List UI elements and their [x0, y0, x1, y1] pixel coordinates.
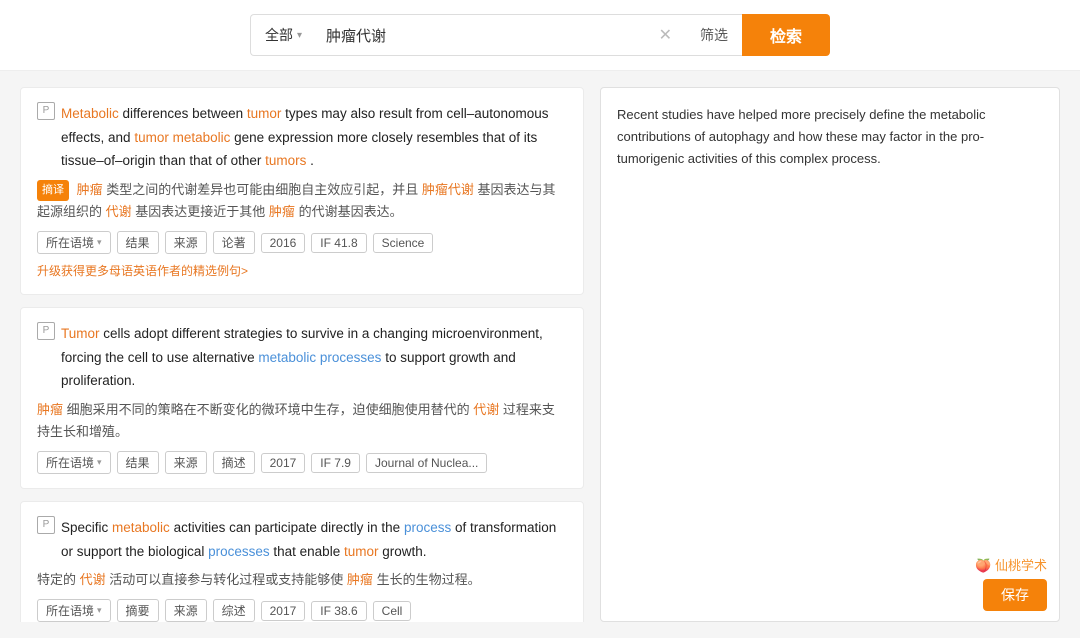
en-highlight-tumor-4: tumor	[344, 544, 379, 559]
en-highlight-tumors: tumors	[265, 153, 306, 168]
tag-row-1: 所在语境 ▾ 结果 来源 论著 2016 IF 41.8 Science	[37, 231, 567, 254]
result-en-1: Metabolic differences between tumor type…	[61, 102, 567, 173]
en-text-9: activities can participate directly in t…	[174, 520, 404, 535]
tag-row-2: 所在语境 ▾ 结果 来源 摘述 2017 IF 7.9 Journal of N…	[37, 451, 567, 474]
zh-highlight-tumor-1: 肿瘤	[77, 182, 103, 197]
en-highlight-metabolic: Metabolic	[61, 106, 119, 121]
left-panel: P Metabolic differences between tumor ty…	[20, 87, 584, 622]
clear-icon[interactable]: ✕	[655, 25, 676, 45]
tag-row-3: 所在语境 ▾ 摘要 来源 综述 2017 IF 38.6 Cell	[37, 599, 567, 622]
zh-text-1: 类型之间的代谢差异也可能由细胞自主效应引起，并且	[106, 182, 418, 197]
tag-summary-3[interactable]: 摘要	[117, 599, 159, 622]
search-container: 全部 ▾ ✕ 筛选 检索	[250, 14, 830, 56]
item-icon-2: P	[37, 322, 55, 340]
tag-journal-3[interactable]: Cell	[373, 601, 412, 621]
tag-year-1[interactable]: 2016	[261, 233, 306, 253]
save-button[interactable]: 保存	[983, 579, 1047, 611]
search-type-label: 全部	[265, 25, 293, 45]
tag-result-1[interactable]: 结果	[117, 231, 159, 254]
tag-type-3[interactable]: 综述	[213, 599, 255, 622]
zh-highlight-meta-3: 代谢	[473, 402, 499, 417]
result-header-2: P Tumor cells adopt different strategies…	[37, 322, 567, 399]
en-text-12: growth.	[382, 544, 426, 559]
result-header-1: P Metabolic differences between tumor ty…	[37, 102, 567, 179]
en-highlight-tumor-1: tumor	[247, 106, 282, 121]
zh-badge-1: 摘译	[37, 180, 69, 201]
tag-if-2[interactable]: IF 7.9	[311, 453, 360, 473]
zh-highlight-tumor-2: 肿瘤	[269, 204, 295, 219]
tag-context-3[interactable]: 所在语境 ▾	[37, 599, 111, 622]
right-panel-text: Recent studies have helped more precisel…	[617, 104, 1043, 170]
tag-type-1[interactable]: 论著	[213, 231, 255, 254]
tag-context-1[interactable]: 所在语境 ▾	[37, 231, 111, 254]
result-zh-2: 肿瘤 细胞采用不同的策略在不断变化的微环境中生存，迫使细胞使用替代的 代谢 过程…	[37, 399, 567, 443]
search-input[interactable]	[326, 27, 655, 44]
search-button[interactable]: 检索	[742, 14, 830, 56]
result-en-2: Tumor cells adopt different strategies t…	[61, 322, 567, 393]
upgrade-link-1[interactable]: 升级获得更多母语英语作者的精选例句>	[37, 262, 248, 279]
result-item-2: P Tumor cells adopt different strategies…	[20, 307, 584, 489]
en-text-5: .	[310, 153, 314, 168]
result-zh-1: 摘译 肿瘤 类型之间的代谢差异也可能由细胞自主效应引起，并且 肿瘤代谢 基因表达…	[37, 179, 567, 223]
logo-watermark: 🍑 仙桃学术	[975, 555, 1047, 577]
result-zh-3: 特定的 代谢 活动可以直接参与转化过程或支持能够使 肿瘤 生长的生物过程。	[37, 569, 567, 591]
tag-year-3[interactable]: 2017	[261, 601, 306, 621]
result-item-1: P Metabolic differences between tumor ty…	[20, 87, 584, 295]
result-item-3: P Specific metabolic activities can part…	[20, 501, 584, 622]
zh-highlight-tumor-4: 肿瘤	[347, 572, 373, 587]
en-text-8: Specific	[61, 520, 112, 535]
result-en-3: Specific metabolic activities can partic…	[61, 516, 567, 563]
tag-source-2[interactable]: 来源	[165, 451, 207, 474]
zh-highlight-meta-2: 代谢	[106, 204, 132, 219]
chevron-down-icon: ▾	[297, 30, 302, 41]
en-text-11: that enable	[273, 544, 344, 559]
en-highlight-tumor-3: Tumor	[61, 326, 100, 341]
tag-if-3[interactable]: IF 38.6	[311, 601, 366, 621]
logo-text: 仙桃学术	[995, 558, 1047, 573]
zh-text-9: 生长的生物过程。	[377, 572, 481, 587]
logo-icon: 🍑	[975, 558, 991, 573]
zh-text-7: 特定的	[37, 572, 76, 587]
en-highlight-metabolic-3: metabolic	[112, 520, 170, 535]
en-highlight-process: process	[404, 520, 451, 535]
tag-context-2[interactable]: 所在语境 ▾	[37, 451, 111, 474]
en-highlight-metabolic-2: metabolic	[173, 130, 231, 145]
tag-source-1[interactable]: 来源	[165, 231, 207, 254]
tag-source-3[interactable]: 来源	[165, 599, 207, 622]
en-highlight-tumor-2: tumor	[134, 130, 169, 145]
tag-if-1[interactable]: IF 41.8	[311, 233, 366, 253]
item-icon-3: P	[37, 516, 55, 534]
tag-type-2[interactable]: 摘述	[213, 451, 255, 474]
search-input-wrapper: ✕	[316, 14, 686, 56]
right-panel: Recent studies have helped more precisel…	[600, 87, 1060, 622]
zh-text-5: 细胞采用不同的策略在不断变化的微环境中生存，迫使细胞使用替代的	[67, 402, 470, 417]
zh-highlight-metabolism: 肿瘤代谢	[422, 182, 474, 197]
en-text-1: differences between	[123, 106, 247, 121]
en-highlight-metabolic-processes: metabolic processes	[258, 350, 381, 365]
en-highlight-processes: processes	[208, 544, 270, 559]
top-bar: 全部 ▾ ✕ 筛选 检索	[0, 0, 1080, 71]
main-content: P Metabolic differences between tumor ty…	[0, 71, 1080, 638]
search-type-select[interactable]: 全部 ▾	[250, 14, 316, 56]
zh-text-4: 的代谢基因表达。	[299, 204, 403, 219]
zh-text-8: 活动可以直接参与转化过程或支持能够使	[109, 572, 343, 587]
item-icon-1: P	[37, 102, 55, 120]
result-header-3: P Specific metabolic activities can part…	[37, 516, 567, 569]
zh-text-3: 基因表达更接近于其他	[135, 204, 265, 219]
zh-highlight-tumor-3: 肿瘤	[37, 402, 63, 417]
tag-year-2[interactable]: 2017	[261, 453, 306, 473]
filter-button[interactable]: 筛选	[686, 14, 742, 56]
zh-highlight-meta-4: 代谢	[80, 572, 106, 587]
tag-result-2[interactable]: 结果	[117, 451, 159, 474]
tag-journal-2[interactable]: Journal of Nuclea...	[366, 453, 487, 473]
tag-journal-1[interactable]: Science	[373, 233, 434, 253]
